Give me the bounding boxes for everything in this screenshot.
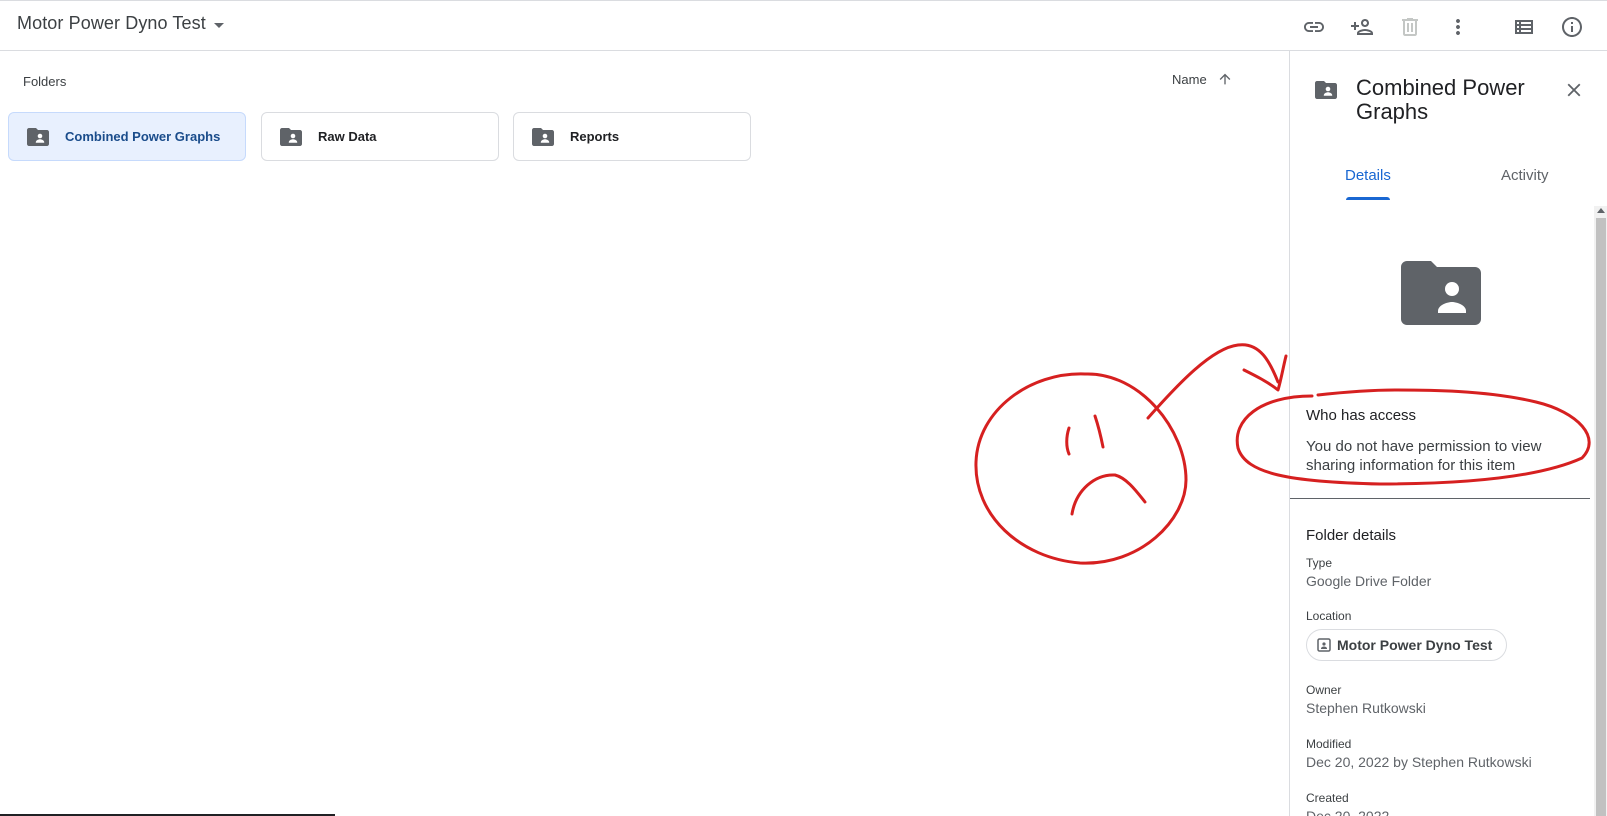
folder-tile-raw-data[interactable]: Raw Data (261, 112, 499, 161)
list-view-icon[interactable] (1511, 14, 1537, 40)
folder-title: Motor Power Dyno Test (17, 13, 206, 33)
shared-drive-icon (1317, 638, 1331, 652)
main-content: Folders Name Combined Power Graphs Raw D… (0, 51, 1289, 816)
folder-name: Combined Power Graphs (65, 129, 221, 144)
active-tab-indicator (1346, 197, 1390, 200)
owner-value: Stephen Rutkowski (1306, 700, 1426, 716)
tab-activity[interactable]: Activity (1501, 167, 1549, 184)
shared-folder-large-icon (1401, 261, 1481, 325)
link-icon[interactable] (1301, 14, 1327, 40)
folder-name: Reports (570, 129, 620, 144)
tab-details[interactable]: Details (1345, 167, 1391, 184)
shared-folder-icon (1315, 81, 1337, 99)
panel-title: Combined Power Graphs (1356, 75, 1525, 124)
info-icon[interactable] (1559, 14, 1585, 40)
trash-icon[interactable] (1397, 14, 1423, 40)
type-value: Google Drive Folder (1306, 573, 1432, 589)
folder-tile-combined-power-graphs[interactable]: Combined Power Graphs (8, 112, 246, 161)
folder-name: Raw Data (318, 129, 377, 144)
modified-label: Modified (1306, 737, 1352, 751)
top-bar: Motor Power Dyno Test (0, 0, 1607, 51)
caret-down-icon (213, 22, 224, 28)
modified-value: Dec 20, 2022 by Stephen Rutkowski (1306, 754, 1532, 770)
folder-title-dropdown[interactable]: Motor Power Dyno Test (17, 13, 224, 34)
scrollbar-thumb[interactable] (1596, 218, 1606, 816)
created-value: Dec 20, 2022 (1306, 808, 1390, 816)
access-permission-message: You do not have permission to view shari… (1306, 438, 1542, 474)
details-panel: Combined Power Graphs Details Activity W… (1289, 51, 1607, 816)
who-has-access-heading: Who has access (1306, 407, 1417, 424)
add-person-icon[interactable] (1349, 14, 1375, 40)
scroll-up-arrow-icon[interactable] (1597, 208, 1605, 213)
location-chip[interactable]: Motor Power Dyno Test (1306, 629, 1508, 661)
shared-folder-icon (532, 127, 554, 146)
location-value: Motor Power Dyno Test (1337, 637, 1493, 653)
shared-folder-icon (280, 127, 302, 146)
sort-label: Name (1172, 71, 1207, 87)
folders-section-label: Folders (23, 74, 67, 89)
owner-label: Owner (1306, 683, 1342, 697)
sort-by-name-button[interactable]: Name (1172, 71, 1233, 87)
folder-tile-reports[interactable]: Reports (513, 112, 751, 161)
type-label: Type (1306, 556, 1333, 570)
location-label: Location (1306, 609, 1352, 623)
close-icon[interactable] (1562, 78, 1586, 102)
created-label: Created (1306, 791, 1349, 805)
arrow-up-icon (1219, 73, 1231, 85)
more-vert-icon[interactable] (1445, 14, 1471, 40)
scrollbar[interactable] (1594, 206, 1607, 816)
shared-folder-icon (27, 127, 49, 146)
divider (1290, 498, 1590, 499)
folder-details-heading: Folder details (1306, 527, 1397, 544)
